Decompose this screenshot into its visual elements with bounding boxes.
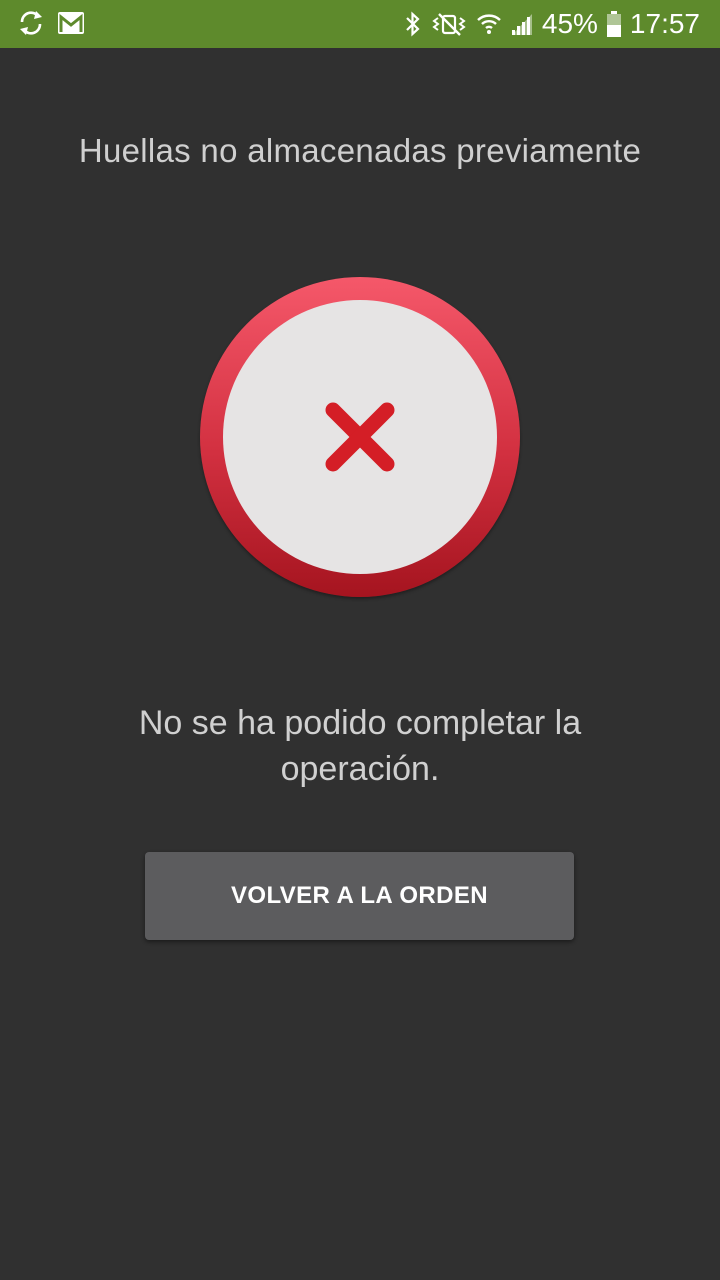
page-title: Huellas no almacenadas previamente: [78, 132, 642, 169]
status-bar-left: [16, 8, 86, 38]
gmail-icon: [56, 9, 86, 37]
error-message: No se ha podido completar la operación.: [138, 704, 582, 788]
back-to-order-button[interactable]: VOLVER A LA ORDEN: [145, 852, 574, 940]
vibrate-icon: [430, 11, 468, 37]
clock: 17:57: [629, 8, 700, 39]
wifi-icon: [476, 11, 502, 37]
sync-icon: [16, 8, 46, 38]
error-status-indicator: [200, 277, 520, 597]
error-x-icon: [325, 402, 395, 472]
status-bar-right: 45% 17:57: [404, 6, 700, 42]
status-bar: 45% 17:57: [0, 0, 720, 48]
battery-icon: [606, 10, 622, 38]
bluetooth-icon: [404, 11, 422, 37]
battery-percent: 45%: [541, 8, 598, 39]
signal-icon: [510, 11, 534, 37]
